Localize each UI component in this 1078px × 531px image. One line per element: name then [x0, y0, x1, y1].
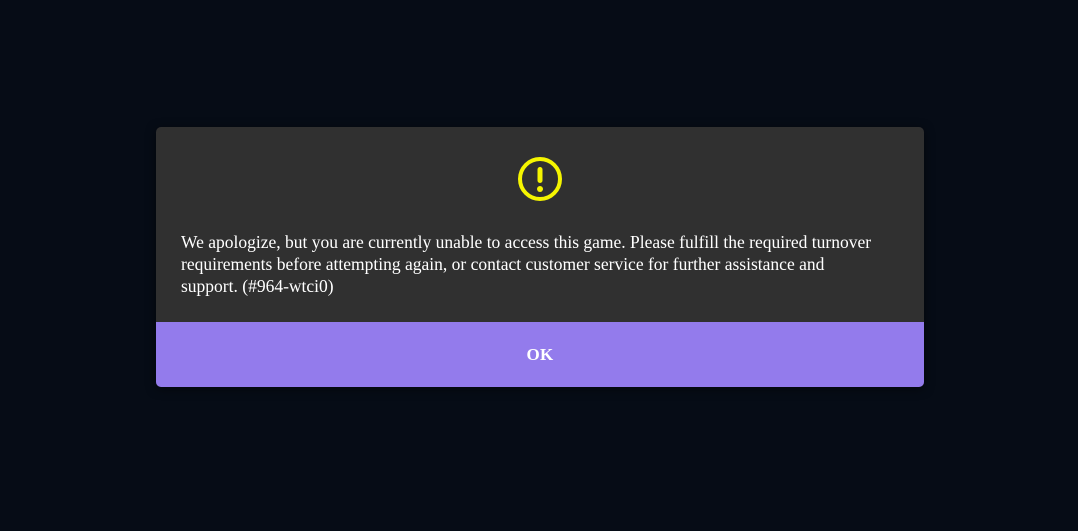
- error-dialog: We apologize, but you are currently unab…: [156, 127, 924, 387]
- dialog-message: We apologize, but you are currently unab…: [181, 232, 872, 296]
- dialog-body: We apologize, but you are currently unab…: [156, 127, 924, 322]
- page-backdrop: We apologize, but you are currently unab…: [0, 0, 1078, 531]
- ok-button[interactable]: OK: [156, 322, 924, 387]
- exclamation-circle-icon: [517, 156, 563, 202]
